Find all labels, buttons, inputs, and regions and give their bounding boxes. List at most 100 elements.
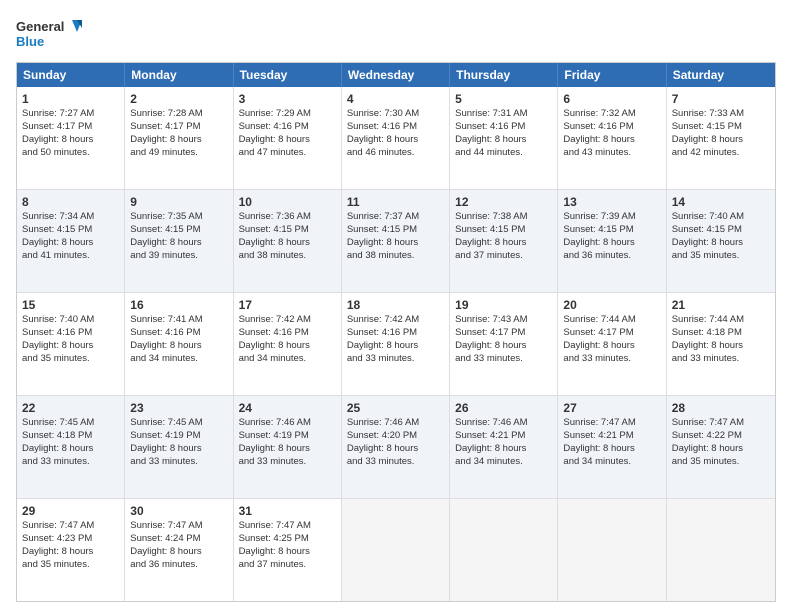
empty-cell-4-3 xyxy=(342,499,450,601)
day-info-line: Daylight: 8 hours xyxy=(239,546,336,559)
day-number: 13 xyxy=(563,194,660,210)
day-info-line: and 35 minutes. xyxy=(672,250,770,263)
day-cell-22: 22Sunrise: 7:45 AMSunset: 4:18 PMDayligh… xyxy=(17,396,125,498)
day-number: 6 xyxy=(563,91,660,107)
day-info-line: Daylight: 8 hours xyxy=(563,340,660,353)
day-info-line: and 34 minutes. xyxy=(455,456,552,469)
day-info-line: and 33 minutes. xyxy=(239,456,336,469)
day-info-line: Sunrise: 7:47 AM xyxy=(672,417,770,430)
day-info-line: Daylight: 8 hours xyxy=(239,237,336,250)
day-info-line: Daylight: 8 hours xyxy=(347,443,444,456)
day-info-line: Sunrise: 7:45 AM xyxy=(130,417,227,430)
day-info-line: Daylight: 8 hours xyxy=(130,134,227,147)
day-info-line: and 41 minutes. xyxy=(22,250,119,263)
day-cell-13: 13Sunrise: 7:39 AMSunset: 4:15 PMDayligh… xyxy=(558,190,666,292)
day-cell-31: 31Sunrise: 7:47 AMSunset: 4:25 PMDayligh… xyxy=(234,499,342,601)
day-cell-11: 11Sunrise: 7:37 AMSunset: 4:15 PMDayligh… xyxy=(342,190,450,292)
day-cell-5: 5Sunrise: 7:31 AMSunset: 4:16 PMDaylight… xyxy=(450,87,558,189)
day-cell-16: 16Sunrise: 7:41 AMSunset: 4:16 PMDayligh… xyxy=(125,293,233,395)
day-info-line: Sunrise: 7:47 AM xyxy=(563,417,660,430)
day-cell-6: 6Sunrise: 7:32 AMSunset: 4:16 PMDaylight… xyxy=(558,87,666,189)
svg-text:General: General xyxy=(16,19,64,34)
day-cell-10: 10Sunrise: 7:36 AMSunset: 4:15 PMDayligh… xyxy=(234,190,342,292)
day-info-line: Sunset: 4:17 PM xyxy=(22,121,119,134)
day-number: 27 xyxy=(563,400,660,416)
calendar-row-2: 15Sunrise: 7:40 AMSunset: 4:16 PMDayligh… xyxy=(17,292,775,395)
day-info-line: and 39 minutes. xyxy=(130,250,227,263)
day-cell-14: 14Sunrise: 7:40 AMSunset: 4:15 PMDayligh… xyxy=(667,190,775,292)
day-cell-12: 12Sunrise: 7:38 AMSunset: 4:15 PMDayligh… xyxy=(450,190,558,292)
day-info-line: and 38 minutes. xyxy=(347,250,444,263)
day-info-line: Sunset: 4:19 PM xyxy=(239,430,336,443)
day-info-line: Daylight: 8 hours xyxy=(563,134,660,147)
header: General Blue xyxy=(16,14,776,54)
day-number: 19 xyxy=(455,297,552,313)
day-info-line: Sunset: 4:15 PM xyxy=(130,224,227,237)
day-cell-30: 30Sunrise: 7:47 AMSunset: 4:24 PMDayligh… xyxy=(125,499,233,601)
day-info-line: Daylight: 8 hours xyxy=(672,443,770,456)
day-cell-15: 15Sunrise: 7:40 AMSunset: 4:16 PMDayligh… xyxy=(17,293,125,395)
day-cell-7: 7Sunrise: 7:33 AMSunset: 4:15 PMDaylight… xyxy=(667,87,775,189)
day-info-line: and 33 minutes. xyxy=(563,353,660,366)
day-number: 3 xyxy=(239,91,336,107)
day-info-line: and 49 minutes. xyxy=(130,147,227,160)
day-number: 29 xyxy=(22,503,119,519)
day-info-line: Sunset: 4:16 PM xyxy=(347,327,444,340)
day-info-line: Sunrise: 7:42 AM xyxy=(239,314,336,327)
day-number: 18 xyxy=(347,297,444,313)
day-info-line: Daylight: 8 hours xyxy=(130,443,227,456)
day-info-line: and 33 minutes. xyxy=(22,456,119,469)
day-info-line: Sunrise: 7:46 AM xyxy=(455,417,552,430)
day-number: 24 xyxy=(239,400,336,416)
day-info-line: Sunrise: 7:47 AM xyxy=(130,520,227,533)
day-info-line: and 46 minutes. xyxy=(347,147,444,160)
day-info-line: Sunset: 4:16 PM xyxy=(455,121,552,134)
day-info-line: Sunrise: 7:43 AM xyxy=(455,314,552,327)
day-info-line: Sunrise: 7:41 AM xyxy=(130,314,227,327)
day-info-line: Sunset: 4:17 PM xyxy=(563,327,660,340)
day-info-line: Daylight: 8 hours xyxy=(455,237,552,250)
day-info-line: Sunset: 4:16 PM xyxy=(239,121,336,134)
day-info-line: Sunset: 4:20 PM xyxy=(347,430,444,443)
calendar-row-4: 29Sunrise: 7:47 AMSunset: 4:23 PMDayligh… xyxy=(17,498,775,601)
day-info-line: and 47 minutes. xyxy=(239,147,336,160)
day-info-line: Daylight: 8 hours xyxy=(672,134,770,147)
day-info-line: and 34 minutes. xyxy=(130,353,227,366)
day-info-line: and 50 minutes. xyxy=(22,147,119,160)
day-number: 9 xyxy=(130,194,227,210)
day-cell-20: 20Sunrise: 7:44 AMSunset: 4:17 PMDayligh… xyxy=(558,293,666,395)
calendar-row-1: 8Sunrise: 7:34 AMSunset: 4:15 PMDaylight… xyxy=(17,189,775,292)
day-info-line: Sunrise: 7:30 AM xyxy=(347,108,444,121)
day-info-line: Sunset: 4:15 PM xyxy=(672,121,770,134)
day-info-line: and 36 minutes. xyxy=(130,559,227,572)
day-info-line: Sunset: 4:15 PM xyxy=(347,224,444,237)
day-cell-25: 25Sunrise: 7:46 AMSunset: 4:20 PMDayligh… xyxy=(342,396,450,498)
day-info-line: and 34 minutes. xyxy=(239,353,336,366)
day-info-line: Sunrise: 7:46 AM xyxy=(347,417,444,430)
empty-cell-4-4 xyxy=(450,499,558,601)
day-info-line: and 33 minutes. xyxy=(455,353,552,366)
day-number: 12 xyxy=(455,194,552,210)
day-info-line: Sunrise: 7:47 AM xyxy=(22,520,119,533)
day-info-line: Sunrise: 7:29 AM xyxy=(239,108,336,121)
day-cell-3: 3Sunrise: 7:29 AMSunset: 4:16 PMDaylight… xyxy=(234,87,342,189)
day-cell-19: 19Sunrise: 7:43 AMSunset: 4:17 PMDayligh… xyxy=(450,293,558,395)
day-cell-1: 1Sunrise: 7:27 AMSunset: 4:17 PMDaylight… xyxy=(17,87,125,189)
day-cell-4: 4Sunrise: 7:30 AMSunset: 4:16 PMDaylight… xyxy=(342,87,450,189)
day-info-line: Sunrise: 7:45 AM xyxy=(22,417,119,430)
day-info-line: and 33 minutes. xyxy=(672,353,770,366)
day-info-line: and 35 minutes. xyxy=(672,456,770,469)
day-number: 28 xyxy=(672,400,770,416)
day-info-line: Sunrise: 7:27 AM xyxy=(22,108,119,121)
day-info-line: and 43 minutes. xyxy=(563,147,660,160)
page: General Blue SundayMondayTuesdayWednesda… xyxy=(0,0,792,612)
day-number: 26 xyxy=(455,400,552,416)
day-info-line: and 37 minutes. xyxy=(239,559,336,572)
day-info-line: Sunset: 4:18 PM xyxy=(672,327,770,340)
day-info-line: Daylight: 8 hours xyxy=(672,340,770,353)
day-info-line: Sunset: 4:15 PM xyxy=(563,224,660,237)
day-cell-21: 21Sunrise: 7:44 AMSunset: 4:18 PMDayligh… xyxy=(667,293,775,395)
header-day-tuesday: Tuesday xyxy=(234,63,342,87)
day-info-line: and 33 minutes. xyxy=(347,456,444,469)
day-info-line: Daylight: 8 hours xyxy=(239,443,336,456)
